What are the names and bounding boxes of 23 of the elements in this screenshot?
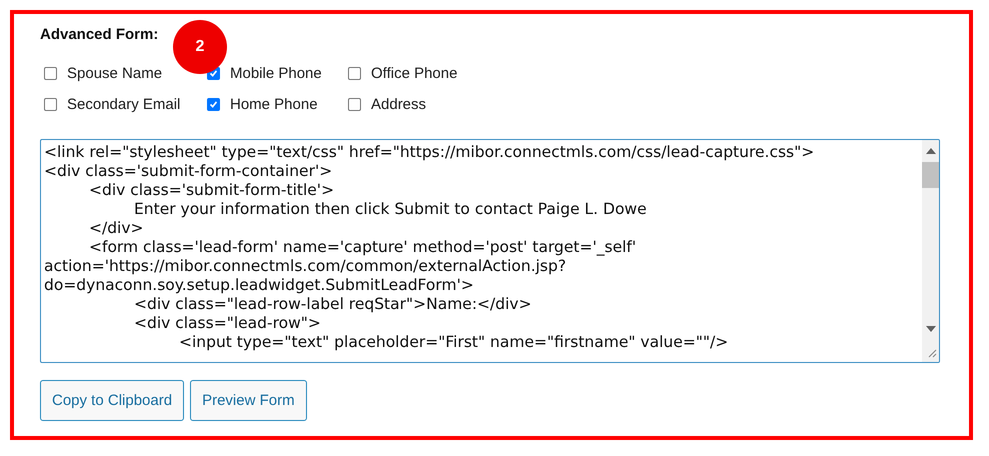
scroll-thumb[interactable] — [922, 162, 939, 188]
checkbox-label: Office Phone — [371, 65, 458, 82]
scroll-down-icon[interactable] — [926, 326, 936, 332]
checkbox[interactable] — [348, 98, 361, 111]
scrollbar[interactable] — [922, 140, 939, 362]
checkbox-label: Spouse Name — [67, 65, 162, 82]
resize-grip-icon[interactable] — [926, 348, 936, 358]
code-textarea[interactable]: <link rel="stylesheet" type="text/css" href="https://mibor.connectmls.com/css/lead-capture.css"> <div class='submit-form-container'> <div class='submit-form-title'> Enter your information then click Submit to contact Paige L. Dowe </div> <form class='lead-form' name='capture' method='post' target='_self' action='https://mibor.connectmls.com/common/externalAction.jsp? do=dynaconn.soy.setup.leadwidget.SubmitLeadForm'> <div class="lead-row-label reqStar">Name:</div> <div class="lead-row"> <input type="text" placeholder="First" name="firstname" value=""/> — [40, 139, 940, 363]
checkbox[interactable] — [44, 67, 57, 80]
checkbox[interactable] — [348, 67, 361, 80]
scroll-up-icon[interactable] — [926, 148, 936, 154]
checkbox-label: Mobile Phone — [230, 65, 322, 82]
checkbox-label: Secondary Email — [67, 96, 180, 113]
checkmark-icon — [208, 68, 219, 79]
checkbox[interactable] — [44, 98, 57, 111]
form-title: Advanced Form: — [40, 26, 160, 43]
checkbox-label: Address — [371, 96, 426, 113]
checkmark-icon — [208, 99, 219, 110]
form-button[interactable]: Preview Form — [190, 380, 307, 421]
step-badge: 2 — [173, 20, 227, 74]
form-button[interactable]: Copy to Clipboard — [40, 380, 184, 421]
checkbox[interactable] — [207, 98, 220, 111]
checkbox-label: Home Phone — [230, 96, 318, 113]
